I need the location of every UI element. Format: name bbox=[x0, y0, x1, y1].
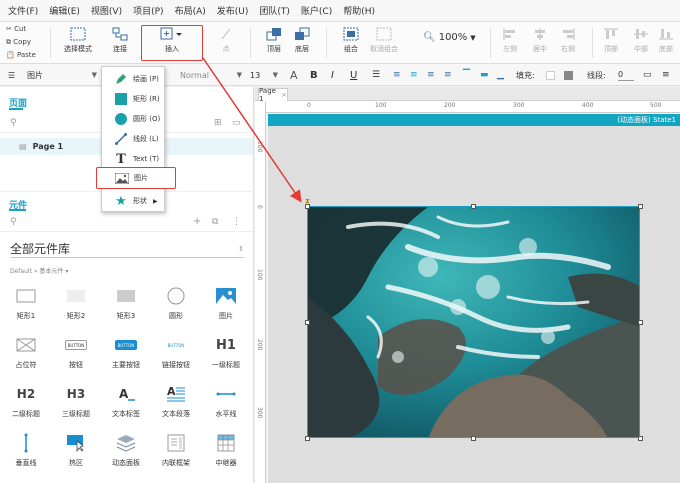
menu-item-image[interactable]: 图片 bbox=[96, 167, 176, 189]
star-icon: ★ bbox=[115, 193, 127, 209]
menu-item-ellipse[interactable]: 圆形 (O) bbox=[102, 109, 164, 129]
menu-item-rectangle[interactable]: 矩形 (R) bbox=[102, 89, 164, 109]
menu-item-shape[interactable]: ★ 形状 ▶ bbox=[102, 191, 164, 211]
image-icon bbox=[115, 171, 129, 185]
chevron-right-icon: ▶ bbox=[153, 197, 158, 205]
ellipse-icon bbox=[114, 112, 128, 126]
insert-dropdown-menu: 绘画 (P) 矩形 (R) 圆形 (O) 线段 (L) T Text (T) 图片… bbox=[96, 66, 176, 212]
menu-item-text[interactable]: T Text (T) bbox=[102, 149, 164, 169]
pen-icon bbox=[114, 72, 128, 86]
text-icon: T bbox=[116, 151, 126, 167]
menu-item-draw[interactable]: 绘画 (P) bbox=[102, 69, 164, 89]
menu-item-line[interactable]: 线段 (L) bbox=[102, 129, 164, 149]
rectangle-icon bbox=[114, 92, 128, 106]
line-icon bbox=[114, 132, 128, 146]
